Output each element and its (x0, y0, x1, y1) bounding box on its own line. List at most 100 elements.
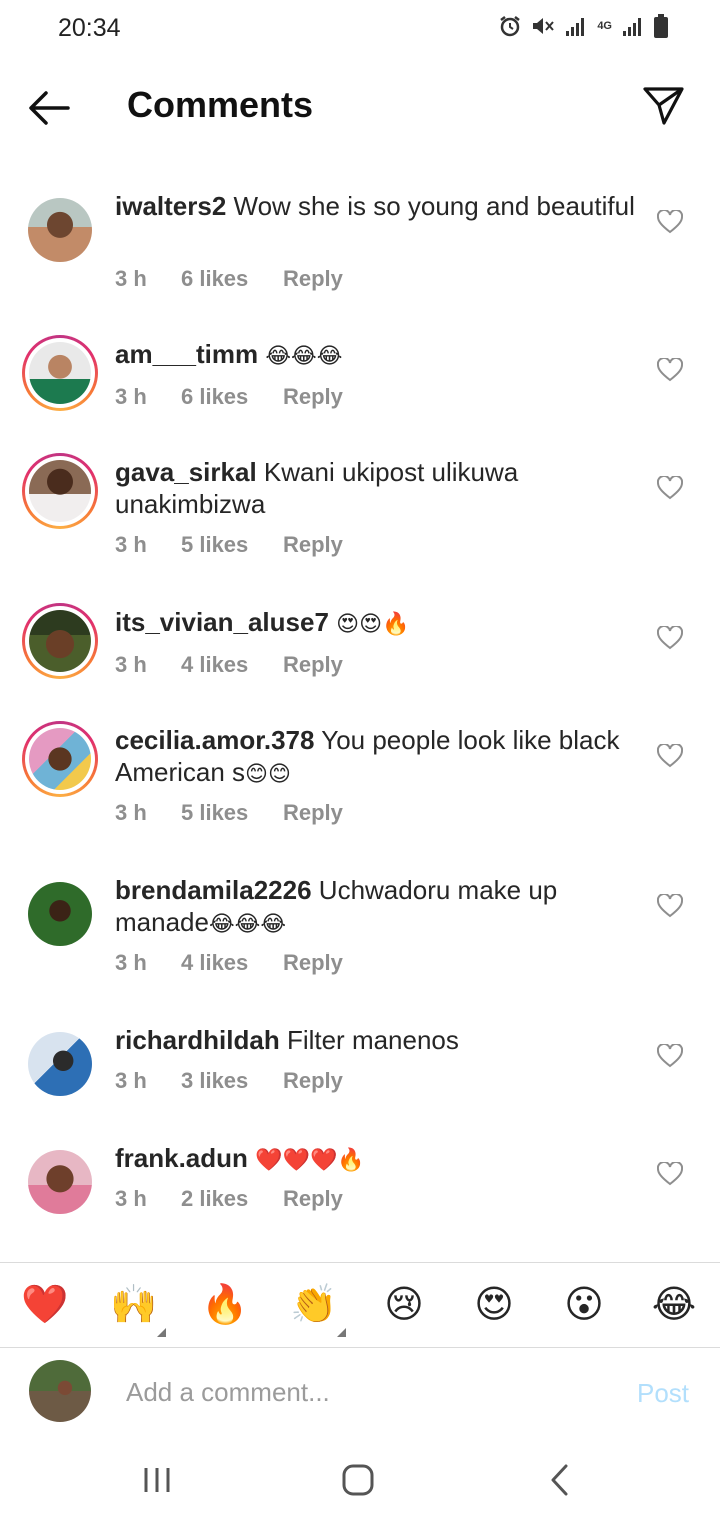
like-button[interactable] (656, 1042, 684, 1068)
comment-username[interactable]: richardhildah (115, 1025, 280, 1055)
home-button[interactable] (338, 1462, 378, 1498)
recent-apps-icon (144, 1468, 170, 1492)
like-button[interactable] (656, 356, 684, 382)
comment-composer: Post (0, 1350, 720, 1440)
comment-emoji: 😂😂😂 (208, 911, 287, 936)
arrow-left-icon (29, 91, 70, 125)
like-button[interactable] (656, 624, 684, 650)
avatar-image (28, 1032, 92, 1096)
comment-likes[interactable]: 2 likes (181, 1186, 283, 1212)
comment-body: Filter manenos (286, 1025, 459, 1055)
reply-button[interactable]: Reply (283, 266, 343, 292)
avatar[interactable] (22, 603, 98, 679)
heart-outline-icon (656, 1042, 684, 1068)
reply-button[interactable]: Reply (283, 1068, 343, 1094)
reaction-red-heart[interactable]: ❤️ (21, 1281, 69, 1329)
quick-reaction-bar: ❤️ 🙌 🔥 👏 😢 😍 😮 😂 (0, 1262, 720, 1348)
comment-input[interactable] (126, 1372, 606, 1412)
like-button[interactable] (656, 892, 684, 918)
home-icon (342, 1464, 374, 1496)
comment-meta: 3 h 4 likes Reply (115, 950, 343, 976)
comment-body: Wow she is so young and beautiful (233, 191, 635, 221)
avatar-image (28, 882, 92, 946)
avatar-image (29, 610, 91, 672)
comment-username[interactable]: its_vivian_aluse7 (115, 607, 329, 637)
comment-time: 3 h (115, 800, 147, 825)
reaction-clapping-hands-emoji: 👏 (290, 1284, 338, 1326)
reaction-raising-hands-emoji: 🙌 (110, 1284, 158, 1326)
avatar[interactable] (22, 721, 98, 797)
heart-outline-icon (656, 892, 684, 918)
avatar-image (28, 1150, 92, 1214)
reaction-surprised-face[interactable]: 😮 (560, 1281, 608, 1329)
comment-time: 3 h (115, 1068, 147, 1093)
avatar[interactable] (22, 192, 98, 268)
comment-username[interactable]: cecilia.amor.378 (115, 725, 314, 755)
avatar[interactable] (22, 1026, 98, 1102)
back-nav-button[interactable] (540, 1462, 580, 1498)
status-time: 20:34 (58, 14, 121, 42)
heart-outline-icon (656, 624, 684, 650)
avatar[interactable] (22, 1144, 98, 1220)
signal-icon (566, 18, 585, 36)
comment-emoji: 😍😍🔥 (336, 611, 410, 636)
comment-meta: 3 h 3 likes Reply (115, 1068, 343, 1094)
comment-emoji: ❤️❤️❤️🔥 (255, 1147, 365, 1172)
back-nav-icon (551, 1464, 568, 1496)
reaction-clapping-hands[interactable]: 👏 (290, 1281, 346, 1337)
comment-username[interactable]: am___timm (115, 339, 258, 369)
reply-button[interactable]: Reply (283, 532, 343, 558)
comment-username[interactable]: gava_sirkal (115, 457, 257, 487)
reply-button[interactable]: Reply (283, 800, 343, 826)
like-button[interactable] (656, 208, 684, 234)
avatar[interactable] (22, 335, 98, 411)
comment-likes[interactable]: 3 likes (181, 1068, 283, 1094)
like-button[interactable] (656, 474, 684, 500)
reaction-tears-of-joy[interactable]: 😂 (650, 1281, 698, 1329)
avatar[interactable] (22, 453, 98, 529)
comments-list[interactable]: iwalters2 Wow she is so young and beauti… (0, 160, 720, 1260)
post-button[interactable]: Post (637, 1378, 689, 1409)
share-button[interactable] (642, 84, 686, 128)
comment-time: 3 h (115, 266, 147, 291)
recent-apps-button[interactable] (137, 1462, 177, 1498)
reply-button[interactable]: Reply (283, 384, 343, 410)
page-title: Comments (127, 84, 314, 125)
comment-likes[interactable]: 4 likes (181, 652, 283, 678)
reaction-raising-hands[interactable]: 🙌 (110, 1281, 166, 1337)
comment-meta: 3 h 6 likes Reply (115, 384, 343, 410)
alarm-icon (500, 16, 521, 37)
comment-meta: 3 h 6 likes Reply (115, 266, 343, 292)
reply-button[interactable]: Reply (283, 1186, 343, 1212)
status-icons: 4G (499, 14, 668, 38)
header: Comments (0, 70, 720, 146)
paper-plane-icon (643, 87, 684, 125)
comment-username[interactable]: iwalters2 (115, 191, 226, 221)
reaction-heart-eyes[interactable]: 😍 (470, 1281, 518, 1329)
heart-outline-icon (656, 474, 684, 500)
my-avatar (29, 1360, 91, 1422)
like-button[interactable] (656, 742, 684, 768)
reaction-crying-face[interactable]: 😢 (380, 1281, 428, 1329)
avatar-image (28, 198, 92, 262)
system-nav-bar (0, 1440, 720, 1520)
reaction-fire[interactable]: 🔥 (201, 1281, 249, 1329)
comment-username[interactable]: frank.adun (115, 1143, 248, 1173)
comment-likes[interactable]: 4 likes (181, 950, 283, 976)
battery-icon (654, 14, 668, 38)
comment-username[interactable]: brendamila2226 (115, 875, 312, 905)
status-bar: 20:34 4G (0, 0, 720, 60)
comment-time: 3 h (115, 384, 147, 409)
mute-icon (533, 18, 555, 34)
reply-button[interactable]: Reply (283, 652, 343, 678)
like-button[interactable] (656, 1160, 684, 1186)
avatar[interactable] (22, 876, 98, 952)
comment-time: 3 h (115, 1186, 147, 1211)
comment-likes[interactable]: 5 likes (181, 532, 283, 558)
comment-likes[interactable]: 5 likes (181, 800, 283, 826)
reply-button[interactable]: Reply (283, 950, 343, 976)
comment-likes[interactable]: 6 likes (181, 384, 283, 410)
avatar-image (29, 728, 91, 790)
back-button[interactable] (26, 86, 72, 130)
comment-likes[interactable]: 6 likes (181, 266, 283, 292)
